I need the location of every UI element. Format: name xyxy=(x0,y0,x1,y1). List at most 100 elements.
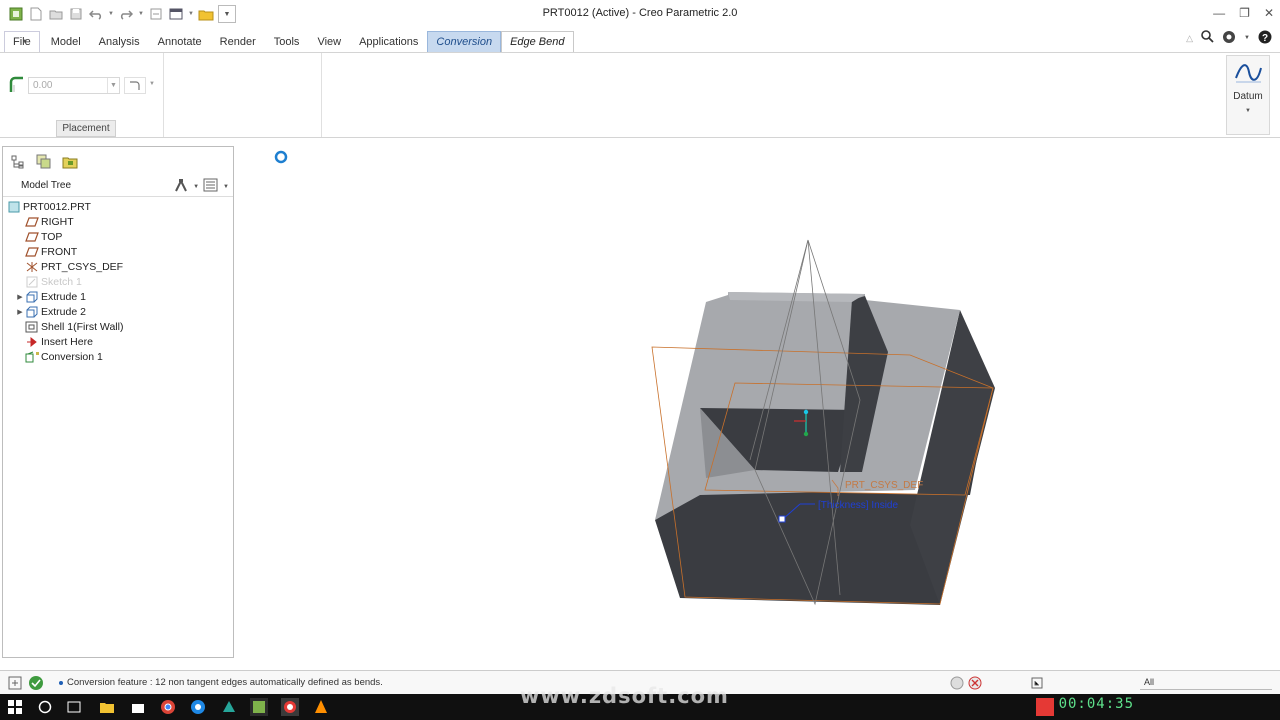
model-graphics[interactable]: PRT_CSYS_DEF [Thickness] Inside xyxy=(238,142,1278,662)
thickness-handle[interactable] xyxy=(778,515,786,523)
tree-item-label: RIGHT xyxy=(41,215,74,228)
ribbon-separator xyxy=(321,53,322,137)
tab-annotate[interactable]: Annotate xyxy=(149,31,211,53)
radius-dropdown-icon[interactable]: ▼ xyxy=(107,78,119,93)
search-cortana-icon[interactable] xyxy=(36,698,54,716)
tree-item-label: Extrude 1 xyxy=(41,290,86,303)
chrome-icon[interactable] xyxy=(159,698,177,716)
ribbon-separator xyxy=(163,53,164,137)
tree-item-label: Insert Here xyxy=(41,335,93,348)
tree-item-label: FRONT xyxy=(41,245,78,258)
tree-item-label: TOP xyxy=(41,230,63,243)
app-icon-teal[interactable] xyxy=(220,698,238,716)
model-tree-tab-icon[interactable] xyxy=(9,153,27,171)
settings-tools-icon[interactable] xyxy=(173,178,189,195)
help-icon[interactable]: ? xyxy=(1258,30,1272,47)
tree-item-label: PRT0012.PRT xyxy=(23,200,91,213)
expand-arrow-icon[interactable]: ▶ xyxy=(15,293,25,301)
show-columns-icon[interactable] xyxy=(203,178,219,195)
tree-item-top[interactable]: TOP xyxy=(3,229,233,244)
tree-item-prt0012-prt[interactable]: PRT0012.PRT xyxy=(3,199,233,214)
tab-edge-bend[interactable]: Edge Bend xyxy=(501,31,574,53)
tree-item-conversion-1[interactable]: Conversion 1 xyxy=(3,349,233,364)
tab-render[interactable]: Render xyxy=(211,31,265,53)
tree-item-label: PRT_CSYS_DEF xyxy=(41,260,124,273)
tree-item-insert-here[interactable]: Insert Here xyxy=(3,334,233,349)
tree-item-shell-1-first-wall[interactable]: Shell 1(First Wall) xyxy=(3,319,233,334)
ribbon: 0.00 ▼ ▼ Placement Datum ▼ xyxy=(0,52,1280,138)
status-icon-2[interactable] xyxy=(28,675,44,694)
layer-tab-icon[interactable] xyxy=(35,153,53,171)
tab-model[interactable]: Model xyxy=(42,31,90,53)
extrude-icon xyxy=(25,291,39,303)
datum-group[interactable]: Datum ▼ xyxy=(1226,55,1270,135)
tree-item-sketch-1[interactable]: Sketch 1 xyxy=(3,274,233,289)
file-explorer-icon[interactable] xyxy=(98,698,116,716)
tree-item-prt-csys-def[interactable]: PRT_CSYS_DEF xyxy=(3,259,233,274)
tree-item-label: Shell 1(First Wall) xyxy=(41,320,124,333)
recorder-taskbar-icon[interactable] xyxy=(281,698,299,716)
radius-option-icon[interactable] xyxy=(124,77,146,94)
start-icon[interactable] xyxy=(6,698,24,716)
ribbon-tabs: File ▼ Model Analysis Annotate Render Tools Vie… xyxy=(0,31,1280,53)
tab-applications[interactable]: Applications xyxy=(350,31,427,53)
radius-option-dropdown-icon[interactable]: ▼ xyxy=(149,81,155,87)
datum-plane-icon xyxy=(25,246,39,258)
minimize-ribbon-icon[interactable]: △ xyxy=(1186,33,1193,44)
status-message: Conversion feature : 12 non tangent edge… xyxy=(67,677,383,688)
tab-analysis[interactable]: Analysis xyxy=(90,31,149,53)
tab-view[interactable]: View xyxy=(308,31,350,53)
task-view-icon[interactable] xyxy=(65,698,83,716)
csys-label: PRT_CSYS_DEF xyxy=(845,480,923,491)
datum-dropdown-icon[interactable]: ▼ xyxy=(1227,108,1269,114)
expand-arrow-icon[interactable]: ▶ xyxy=(15,308,25,316)
community-dropdown-icon[interactable]: ▼ xyxy=(1244,35,1250,41)
datum-label: Datum xyxy=(1233,91,1263,102)
tree-item-right[interactable]: RIGHT xyxy=(3,214,233,229)
tree-item-label: Conversion 1 xyxy=(41,350,103,363)
shell-icon xyxy=(25,321,39,333)
tree-item-label: Extrude 2 xyxy=(41,305,86,318)
store-icon[interactable] xyxy=(129,698,147,716)
recording-timer: 00:04:35 xyxy=(1058,696,1134,712)
settings-dropdown-icon[interactable]: ▼ xyxy=(193,184,199,190)
browser-icon[interactable] xyxy=(189,698,207,716)
placement-tab[interactable]: Placement xyxy=(56,120,116,137)
edge-bend-tool-icon xyxy=(8,76,26,97)
navigator-tabs xyxy=(9,153,79,171)
selection-filter-icon[interactable] xyxy=(1030,676,1044,693)
title-bar: ▼ ▼ ▼ ▼ PRT0012 (Active) - Creo Parametr… xyxy=(0,0,1280,28)
csys-icon xyxy=(25,261,39,273)
tree-item-extrude-2[interactable]: ▶ Extrude 2 xyxy=(3,304,233,319)
show-dropdown-icon[interactable]: ▼ xyxy=(223,184,229,190)
maximize-icon[interactable]: ❐ xyxy=(1239,6,1250,20)
close-icon[interactable]: ✕ xyxy=(1264,6,1274,20)
watermark-text: www.zdsoft.com xyxy=(520,684,729,708)
ribbon-right-icons: △ ▼ ? xyxy=(1186,30,1272,47)
creo-window: ▼ ▼ ▼ ▼ PRT0012 (Active) - Creo Parametr… xyxy=(0,0,1280,720)
extrude-icon xyxy=(25,306,39,318)
creo-taskbar-icon[interactable] xyxy=(250,698,268,716)
search-icon[interactable] xyxy=(1201,30,1214,46)
vlc-icon[interactable] xyxy=(312,698,330,716)
selection-filter[interactable]: All xyxy=(1140,675,1272,690)
thickness-label[interactable]: [Thickness] Inside xyxy=(818,500,898,511)
datum-plane-icon xyxy=(25,216,39,228)
model-tree-header: Model Tree ▼ ▼ xyxy=(3,175,233,197)
minimize-icon[interactable]: — xyxy=(1213,6,1225,20)
community-icon[interactable] xyxy=(1222,30,1236,47)
tab-conversion[interactable]: Conversion xyxy=(427,31,502,53)
graphics-viewport[interactable]: PRT_CSYS_DEF [Thickness] Inside xyxy=(238,142,1278,662)
svg-text:?: ? xyxy=(1262,33,1268,44)
file-dropdown-icon[interactable]: ▼ xyxy=(22,39,28,53)
tree-item-front[interactable]: FRONT xyxy=(3,244,233,259)
status-icon-1[interactable] xyxy=(8,676,22,693)
cancel-icon[interactable] xyxy=(968,676,982,693)
model-tree-list: PRT0012.PRT RIGHT TOP FRONT PRT_CSYS_DEF Sket… xyxy=(3,199,233,364)
datum-curve-icon xyxy=(1235,64,1262,83)
pause-icon[interactable] xyxy=(950,676,964,693)
folder-browser-tab-icon[interactable] xyxy=(61,153,79,171)
tab-tools[interactable]: Tools xyxy=(265,31,309,53)
tree-item-extrude-1[interactable]: ▶ Extrude 1 xyxy=(3,289,233,304)
stop-recording-icon[interactable] xyxy=(1036,698,1054,716)
